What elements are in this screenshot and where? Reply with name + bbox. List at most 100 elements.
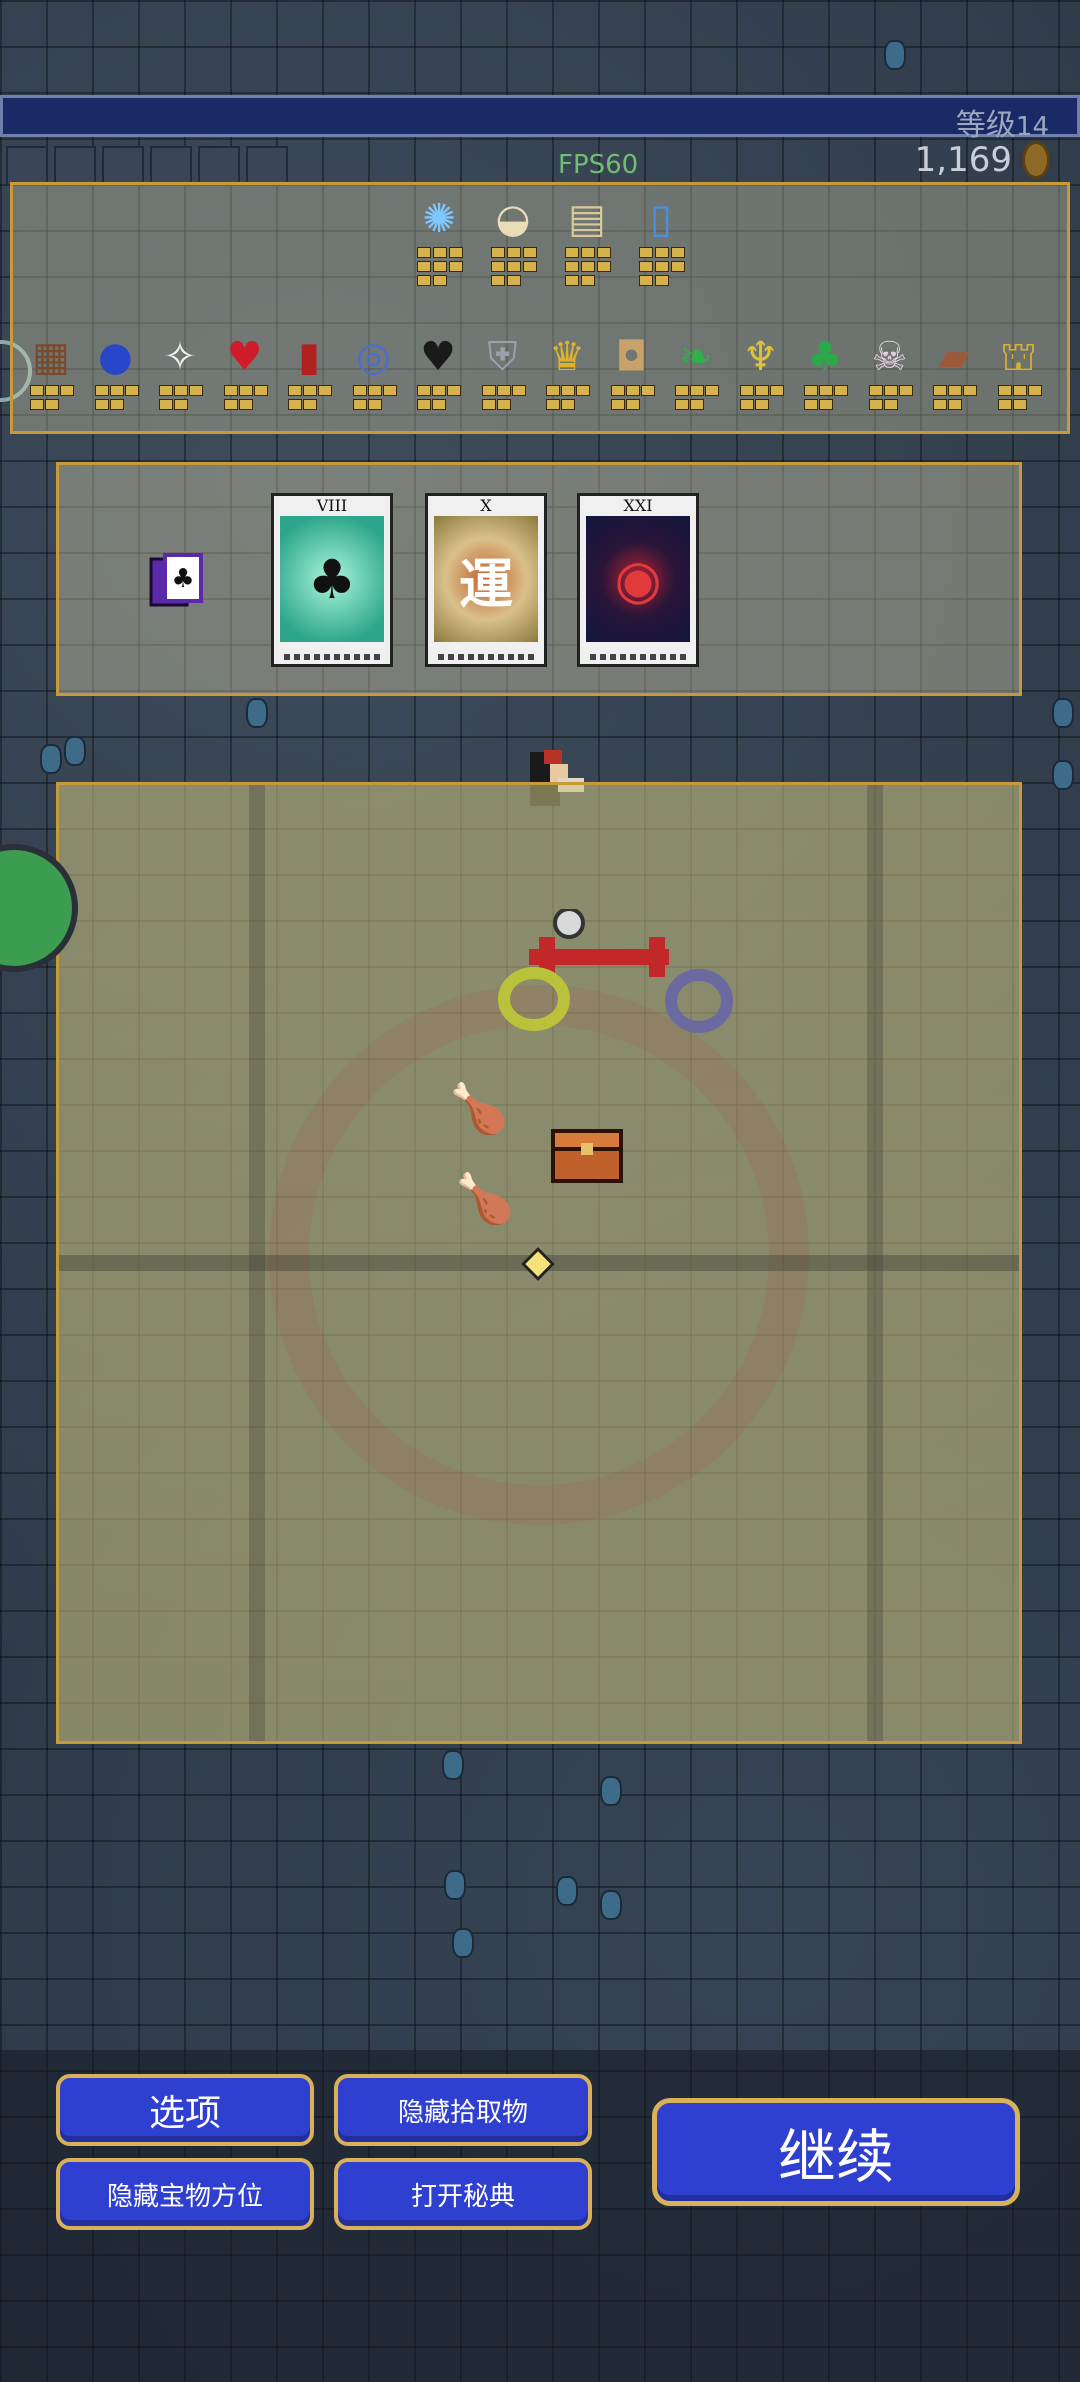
level-pip	[432, 247, 447, 258]
passive-slot: ●	[90, 333, 142, 410]
level-pip	[432, 261, 447, 272]
level-pip	[690, 385, 704, 396]
wings-icon: ✧	[163, 334, 197, 380]
level-pip	[883, 399, 898, 410]
weapon-slot: ◒	[487, 195, 539, 286]
hollow-heart-icon: ◘	[615, 334, 648, 380]
level-label: 等级	[955, 108, 1016, 143]
level-pip	[564, 275, 579, 286]
level-pip	[769, 385, 784, 396]
attractorb-ring-icon: ◎	[356, 334, 391, 380]
gold-value: 1,169	[914, 140, 1012, 180]
roast-chicken-icon[interactable]: 🍗	[449, 1085, 509, 1133]
level-pip	[963, 385, 977, 396]
level-pip	[109, 385, 124, 396]
level-pips	[416, 247, 463, 286]
passive-slot: ▰	[928, 333, 980, 410]
level-pip	[238, 385, 253, 396]
skull-icon: ☠	[871, 334, 908, 380]
card-caption	[438, 654, 534, 660]
tree-card-art: ♣	[280, 516, 384, 642]
level-pips	[933, 385, 977, 410]
card-numeral: X	[480, 496, 492, 515]
passive-slot: ▦	[25, 333, 77, 410]
level-pip	[448, 261, 463, 272]
level-pip	[303, 399, 317, 410]
level-pips	[481, 385, 526, 410]
level-pip	[432, 399, 446, 410]
level-pips	[739, 385, 784, 410]
level-pip	[705, 385, 719, 396]
level-pip	[625, 399, 640, 410]
feather-icon: ❧	[679, 334, 713, 380]
level-pip	[367, 385, 382, 396]
level-pip	[754, 385, 769, 396]
hide-pickups-button[interactable]: 隐藏拾取物	[334, 2074, 592, 2146]
open-grimoire-button[interactable]: 打开秘典	[334, 2158, 592, 2230]
level-pip	[481, 385, 496, 396]
options-button[interactable]: 选项	[56, 2074, 314, 2146]
level-pip	[448, 247, 463, 258]
treasure-chest-icon[interactable]	[551, 1121, 623, 1183]
arcana-card[interactable]: VIII ♣	[271, 493, 393, 667]
svg-text:♣: ♣	[171, 564, 194, 594]
level-pip	[610, 385, 625, 396]
crown-icon: ♛	[549, 334, 585, 380]
level-pip	[739, 399, 754, 410]
level-pip	[506, 247, 521, 258]
level-pip	[30, 399, 44, 410]
arcana-panel: ♣ VIII ♣ X 運 XXI ◉	[56, 462, 1022, 696]
level-pips	[352, 385, 397, 410]
level-pip	[417, 399, 431, 410]
level-pip	[948, 385, 962, 396]
fortune-card-art: 運	[434, 516, 538, 642]
passive-slot: ♥	[219, 333, 271, 410]
map-road-vertical	[249, 785, 265, 1741]
xp-gem-icon	[452, 1928, 474, 1958]
level-indicator: 等级14	[956, 100, 1049, 144]
level-pips	[159, 385, 203, 410]
xp-gem-icon	[444, 1870, 466, 1900]
hide-relic-location-button[interactable]: 隐藏宝物方位	[56, 2158, 314, 2230]
level-pip	[253, 385, 268, 396]
level-pip	[506, 275, 521, 286]
level-pip	[522, 261, 537, 272]
level-pip	[819, 385, 833, 396]
level-pip	[60, 385, 74, 396]
passive-slot: ❧	[670, 333, 722, 410]
level-pip	[561, 385, 575, 396]
level-pip	[1012, 385, 1027, 396]
inventory-panel: ✺ ◒ ▤ ▯ ▦ ● ✧ ♥ ▮ ◎ ♥ ⛨ ♛ ◘ ❧ ♆ ♣ ☠ ▰ ⛫	[10, 182, 1070, 434]
level-pip	[511, 385, 526, 396]
level-pip	[490, 261, 505, 272]
level-pip	[546, 399, 560, 410]
level-pip	[868, 385, 883, 396]
heart-icon: ♥	[226, 334, 263, 380]
roast-chicken-icon[interactable]: 🍗	[455, 1175, 515, 1223]
xp-gem-icon	[600, 1776, 622, 1806]
level-pip	[288, 385, 302, 396]
arcana-card[interactable]: X 運	[425, 493, 547, 667]
continue-button[interactable]: 继续	[652, 2098, 1020, 2206]
level-pip	[654, 275, 669, 286]
level-pip	[1027, 385, 1042, 396]
xp-gem-icon	[600, 1890, 622, 1920]
level-pips	[610, 385, 655, 410]
passive-slot: ◎	[348, 333, 400, 410]
level-pip	[223, 385, 238, 396]
level-pip	[868, 399, 883, 410]
lightning-ring-icon: ✺	[422, 196, 456, 242]
king-bible-icon: ▯	[649, 196, 672, 242]
level-pips	[638, 247, 685, 286]
xp-gem-icon	[442, 1750, 464, 1780]
level-pip	[45, 399, 59, 410]
level-pip	[1012, 399, 1027, 410]
xp-gem-icon	[1052, 698, 1074, 728]
mini-lightning-icon	[6, 146, 48, 186]
level-pip	[496, 399, 511, 410]
level-pip	[638, 261, 653, 272]
level-pip	[670, 261, 685, 272]
bracer-icon: ▰	[938, 334, 970, 380]
arcana-card[interactable]: XXI ◉	[577, 493, 699, 667]
level-pip	[564, 247, 579, 258]
